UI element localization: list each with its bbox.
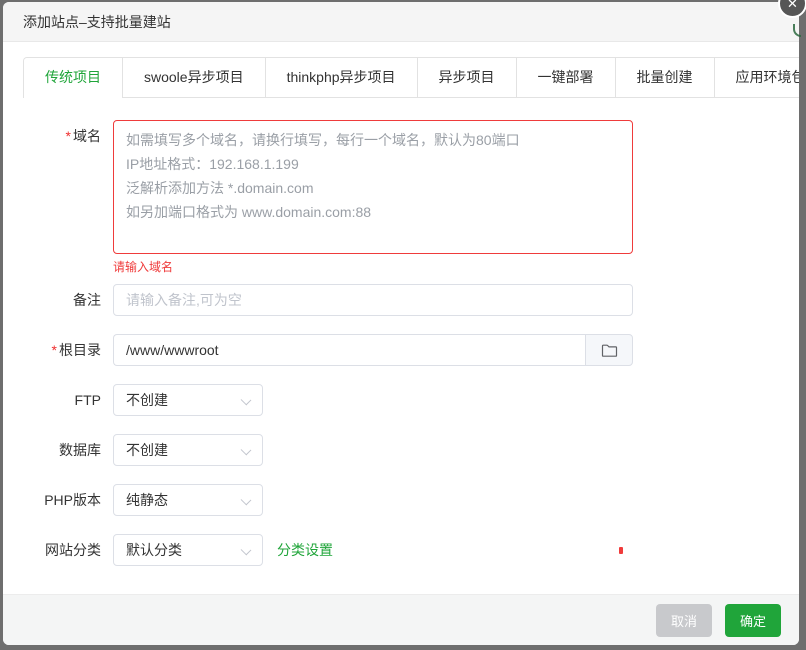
database-row: 数据库 不创建 — [23, 434, 779, 466]
site-category-select-value: 默认分类 — [126, 542, 182, 558]
dialog-body: 传统项目 swoole异步项目 thinkphp异步项目 异步项目 一键部署 批… — [3, 42, 799, 594]
domain-placeholder-line: 泛解析添加方法 *.domain.com — [126, 176, 620, 200]
domain-placeholder-line: 如需填写多个域名，请换行填写，每行一个域名，默认为80端口 — [126, 128, 620, 152]
php-version-select[interactable]: 纯静态 — [113, 484, 263, 516]
chevron-down-icon — [241, 495, 252, 506]
required-mark: * — [66, 128, 71, 144]
ftp-label: FTP — [23, 384, 113, 416]
remark-row: 备注 — [23, 284, 779, 316]
required-mark: * — [52, 342, 57, 358]
domain-textarea[interactable]: 如需填写多个域名，请换行填写，每行一个域名，默认为80端口 IP地址格式：192… — [113, 120, 633, 254]
tab-thinkphp-async-project[interactable]: thinkphp异步项目 — [265, 58, 417, 98]
add-site-form: *域名 如需填写多个域名，请换行填写，每行一个域名，默认为80端口 IP地址格式… — [23, 120, 779, 566]
remark-label: 备注 — [23, 284, 113, 316]
cancel-button[interactable]: 取消 — [656, 604, 712, 637]
confirm-button[interactable]: 确定 — [725, 604, 781, 637]
php-version-label: PHP版本 — [23, 484, 113, 516]
ftp-select-value: 不创建 — [126, 392, 168, 408]
database-select-value: 不创建 — [126, 442, 168, 458]
site-category-select[interactable]: 默认分类 — [113, 534, 263, 566]
tab-batch-create[interactable]: 批量创建 — [615, 58, 714, 98]
folder-icon — [601, 343, 618, 358]
tab-swoole-async-project[interactable]: swoole异步项目 — [122, 58, 265, 98]
dialog-title: 添加站点–支持批量建站 — [3, 2, 799, 42]
ftp-row: FTP 不创建 — [23, 384, 779, 416]
database-label: 数据库 — [23, 434, 113, 466]
root-dir-input[interactable] — [113, 334, 585, 366]
tab-bar: 传统项目 swoole异步项目 thinkphp异步项目 异步项目 一键部署 批… — [23, 57, 799, 98]
site-category-label: 网站分类 — [23, 534, 113, 566]
site-category-row: 网站分类 默认分类 分类设置 — [23, 534, 779, 566]
domain-error-text: 请输入域名 — [113, 259, 633, 275]
domain-placeholder-line: IP地址格式：192.168.1.199 — [126, 152, 620, 176]
category-settings-link[interactable]: 分类设置 — [277, 534, 333, 566]
php-version-select-value: 纯静态 — [126, 492, 168, 508]
red-artifact-dot — [619, 547, 623, 554]
tab-app-env-package[interactable]: 应用环境包 — [714, 58, 799, 98]
php-version-row: PHP版本 纯静态 — [23, 484, 779, 516]
ftp-select[interactable]: 不创建 — [113, 384, 263, 416]
domain-placeholder-line: 如另加端口格式为 www.domain.com:88 — [126, 200, 620, 224]
add-site-dialog: 添加站点–支持批量建站 传统项目 swoole异步项目 thinkphp异步项目… — [3, 2, 799, 645]
root-dir-row: *根目录 — [23, 334, 779, 366]
chevron-down-icon — [241, 545, 252, 556]
tab-traditional-project[interactable]: 传统项目 — [24, 58, 122, 98]
tab-one-click-deploy[interactable]: 一键部署 — [516, 58, 615, 98]
domain-row: *域名 如需填写多个域名，请换行填写，每行一个域名，默认为80端口 IP地址格式… — [23, 120, 779, 275]
domain-label: *域名 — [23, 120, 113, 275]
chevron-down-icon — [241, 445, 252, 456]
tab-async-project[interactable]: 异步项目 — [417, 58, 516, 98]
browse-folder-button[interactable] — [585, 334, 633, 366]
root-dir-label: *根目录 — [23, 334, 113, 366]
chevron-down-icon — [241, 395, 252, 406]
database-select[interactable]: 不创建 — [113, 434, 263, 466]
remark-input[interactable] — [113, 284, 633, 316]
dialog-footer: 取消 确定 — [3, 594, 799, 645]
